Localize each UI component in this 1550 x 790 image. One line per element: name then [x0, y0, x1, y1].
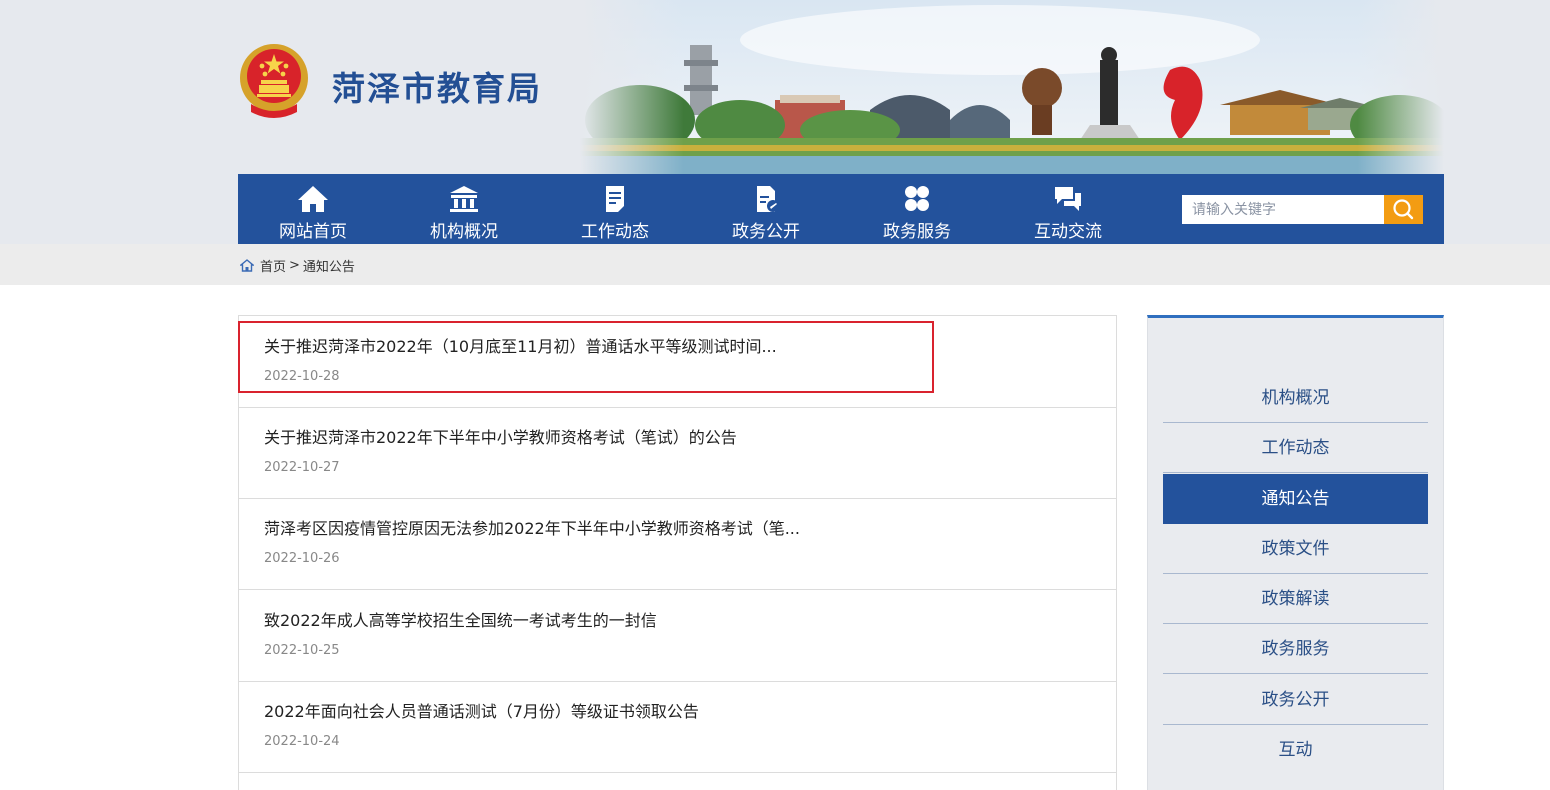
article-date: 2022-10-28 — [264, 369, 340, 384]
emblem-logo — [240, 44, 308, 118]
nav-item-gov-open[interactable]: 政务公开 — [691, 174, 841, 244]
search-input[interactable] — [1182, 195, 1384, 224]
nav-item-interaction[interactable]: 互动交流 — [993, 174, 1143, 244]
article-date: 2022-10-26 — [264, 551, 340, 566]
article-date: 2022-10-24 — [264, 734, 340, 749]
sidebar-item-policy-interpretation[interactable]: 政策解读 — [1163, 574, 1428, 624]
search-button[interactable] — [1384, 195, 1423, 224]
sidebar-item-interaction[interactable]: 互动 — [1163, 725, 1428, 775]
sidebar-item-gov-service[interactable]: 政务服务 — [1163, 624, 1428, 674]
article-list: 关于推迟菏泽市2022年（10月底至11月初）普通话水平等级测试时间... 20… — [238, 315, 1117, 790]
article-date: 2022-10-27 — [264, 460, 340, 475]
file-edit-icon — [757, 186, 779, 212]
breadcrumb-bar: 首页 > 通知公告 — [0, 244, 1550, 285]
site-title: 菏泽市教育局 — [332, 69, 542, 108]
sidebar: 机构概况 工作动态 通知公告 政策文件 政策解读 政务服务 政务公开 互动 — [1147, 315, 1444, 790]
article-title[interactable]: 关于推迟菏泽市2022年（10月底至11月初）普通话水平等级测试时间... — [264, 333, 777, 357]
nav-label: 政务服务 — [883, 222, 951, 242]
sidebar-item-policy-files[interactable]: 政策文件 — [1163, 524, 1428, 574]
main-nav: 网站首页 机构概况 工作动态 政务公开 政务服务 互动交流 请输入关键字 — [238, 174, 1444, 244]
article-title[interactable]: 2022年面向社会人员普通话测试（7月份）等级证书领取公告 — [264, 698, 699, 722]
list-item[interactable]: 2022年面向社会人员普通话测试（7月份）等级证书领取公告 2022-10-24 — [239, 681, 1116, 773]
article-title[interactable]: 致2022年成人高等学校招生全国统一考试考生的一封信 — [264, 607, 657, 631]
breadcrumb-separator: > — [289, 258, 300, 273]
list-item[interactable]: 关于推迟菏泽市2022年下半年中小学教师资格考试（笔试）的公告 2022-10-… — [239, 407, 1116, 499]
nav-label: 机构概况 — [430, 222, 498, 242]
article-title[interactable]: 关于推迟菏泽市2022年下半年中小学教师资格考试（笔试）的公告 — [264, 424, 737, 448]
home-icon — [298, 186, 328, 212]
nav-label: 互动交流 — [1034, 222, 1102, 242]
nav-item-gov-service[interactable]: 政务服务 — [842, 174, 992, 244]
sidebar-item-work-news[interactable]: 工作动态 — [1163, 423, 1428, 473]
nav-label: 网站首页 — [279, 222, 347, 242]
nav-item-work-news[interactable]: 工作动态 — [540, 174, 690, 244]
document-icon — [606, 186, 624, 212]
article-title[interactable]: 菏泽考区因疫情管控原因无法参加2022年下半年中小学教师资格考试（笔... — [264, 515, 800, 539]
sidebar-item-institution[interactable]: 机构概况 — [1163, 373, 1428, 423]
breadcrumb-current: 通知公告 — [302, 260, 355, 275]
nav-item-home[interactable]: 网站首页 — [238, 174, 388, 244]
banner-image — [580, 0, 1444, 174]
institution-icon — [450, 186, 478, 212]
breadcrumb: 首页 > 通知公告 — [240, 256, 355, 275]
sidebar-item-notices[interactable]: 通知公告 — [1163, 474, 1428, 524]
grid-icon — [905, 186, 929, 211]
list-item[interactable]: 菏泽考区因疫情管控原因无法参加2022年下半年中小学教师资格考试（笔... 20… — [239, 498, 1116, 590]
breadcrumb-home-link[interactable]: 首页 — [260, 256, 286, 275]
list-item[interactable]: 致2022年成人高等学校招生全国统一考试考生的一封信 2022-10-25 — [239, 590, 1116, 682]
list-item[interactable]: 关于推迟菏泽市2022年（10月底至11月初）普通话水平等级测试时间... 20… — [239, 316, 1116, 408]
article-date: 2022-10-25 — [264, 643, 340, 658]
home-icon — [240, 259, 254, 272]
search-box — [1182, 195, 1423, 224]
chat-icon — [1055, 187, 1081, 211]
nav-label: 政务公开 — [732, 222, 800, 242]
nav-item-institution[interactable]: 机构概况 — [389, 174, 539, 244]
sidebar-item-gov-open[interactable]: 政务公开 — [1163, 675, 1428, 725]
nav-label: 工作动态 — [581, 222, 649, 242]
search-icon — [1393, 199, 1414, 220]
